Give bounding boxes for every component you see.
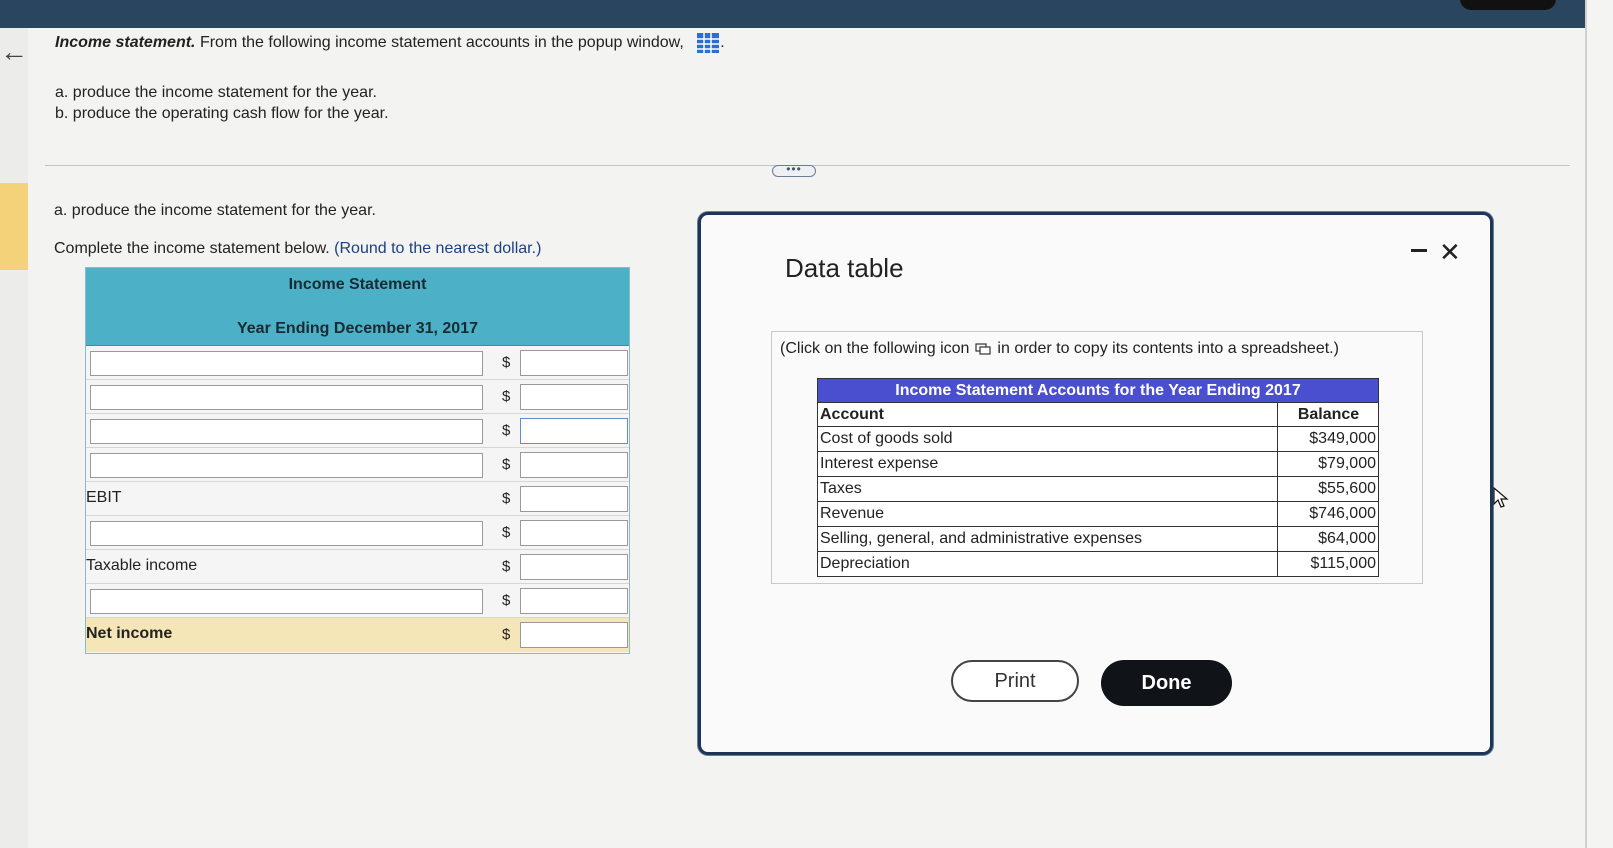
arrow-left-icon[interactable]: ← — [0, 36, 28, 68]
income-statement-row: $ — [86, 414, 629, 448]
data-box: (Click on the following icon in order to … — [771, 331, 1423, 584]
currency-symbol: $ — [502, 592, 511, 609]
account-cell: Taxes — [816, 476, 1279, 502]
table-row: Cost of goods sold $349,000 — [816, 426, 1379, 452]
account-cell: Cost of goods sold — [816, 426, 1279, 452]
amount-input[interactable] — [520, 554, 628, 580]
account-cell: Interest expense — [816, 451, 1279, 477]
income-statement-period: Year Ending December 31, 2017 — [236, 320, 478, 337]
copy-note-after: in order to copy its contents into a spr… — [997, 340, 1339, 357]
left-strip — [0, 28, 28, 848]
done-button[interactable]: Done — [1101, 660, 1232, 706]
income-statement-row: $ — [86, 346, 629, 380]
modal-title: Data table — [785, 253, 904, 283]
part-a-instruction: Complete the income statement below. (Ro… — [54, 240, 541, 258]
copy-note: (Click on the following icon in order to … — [780, 340, 1339, 358]
accounts-table: Income Statement Accounts for the Year E… — [816, 378, 1379, 577]
item-a: a. produce the income statement for the … — [55, 84, 377, 101]
balance-cell: $79,000 — [1277, 451, 1379, 477]
column-header-balance: Balance — [1277, 402, 1379, 427]
income-statement-row: $ — [86, 516, 629, 550]
intro-period: . — [720, 34, 725, 52]
income-statement-row: Net income $ — [86, 618, 629, 652]
row-label: EBIT — [86, 489, 122, 506]
income-statement-row: $ — [86, 448, 629, 482]
account-select[interactable] — [90, 521, 483, 546]
balance-cell: $55,600 — [1277, 476, 1379, 502]
table-row: Selling, general, and administrative exp… — [816, 526, 1379, 552]
instruction-text: Complete the income statement below. — [54, 240, 330, 257]
currency-symbol: $ — [502, 456, 511, 473]
question-intro: Income statement. From the following inc… — [55, 32, 725, 54]
account-select[interactable] — [90, 453, 483, 478]
right-edge — [1585, 0, 1613, 848]
yellow-tab[interactable] — [0, 183, 28, 270]
account-select[interactable] — [90, 351, 483, 376]
currency-symbol: $ — [502, 490, 511, 507]
rounding-note: (Round to the nearest dollar.) — [334, 240, 542, 257]
row-label: Taxable income — [86, 557, 198, 574]
question-items: a. produce the income statement for the … — [55, 82, 389, 124]
account-cell: Revenue — [816, 501, 1279, 527]
column-header-account: Account — [816, 402, 1279, 427]
income-statement-row: Taxable income $ — [86, 550, 629, 584]
income-statement-row: $ — [86, 380, 629, 414]
amount-input[interactable] — [520, 622, 628, 648]
income-statement-header: Income Statement Year Ending December 31… — [86, 268, 629, 346]
amount-input[interactable] — [520, 384, 628, 410]
account-select[interactable] — [90, 385, 483, 410]
table-row: Interest expense $79,000 — [816, 451, 1379, 477]
close-icon[interactable]: ✕ — [1439, 237, 1461, 268]
minimize-icon[interactable] — [1411, 249, 1427, 252]
table-row: Depreciation $115,000 — [816, 551, 1379, 577]
account-cell: Selling, general, and administrative exp… — [816, 526, 1279, 552]
amount-input[interactable] — [520, 418, 628, 444]
account-select[interactable] — [90, 589, 483, 614]
currency-symbol: $ — [502, 388, 511, 405]
currency-symbol: $ — [502, 558, 511, 575]
currency-symbol: $ — [502, 524, 511, 541]
mouse-cursor-icon — [1493, 487, 1509, 508]
amount-input[interactable] — [520, 486, 628, 512]
account-cell: Depreciation — [816, 551, 1279, 577]
balance-cell: $115,000 — [1277, 551, 1379, 577]
amount-input[interactable] — [520, 350, 628, 376]
data-table-modal: Data table ✕ (Click on the following ico… — [698, 212, 1493, 755]
table-row: Taxes $55,600 — [816, 476, 1379, 502]
balance-cell: $64,000 — [1277, 526, 1379, 552]
accounts-table-caption: Income Statement Accounts for the Year E… — [817, 378, 1379, 403]
balance-cell: $746,000 — [1277, 501, 1379, 527]
top-bar — [0, 0, 1585, 28]
question-title: Income statement. — [55, 34, 196, 52]
top-bar-pill[interactable] — [1460, 0, 1556, 10]
currency-symbol: $ — [502, 354, 511, 371]
balance-cell: $349,000 — [1277, 426, 1379, 452]
item-b: b. produce the operating cash flow for t… — [55, 105, 389, 122]
income-statement-row: EBIT $ — [86, 482, 629, 516]
table-row: Revenue $746,000 — [816, 501, 1379, 527]
amount-input[interactable] — [520, 588, 628, 614]
question-text: From the following income statement acco… — [199, 34, 684, 52]
currency-symbol: $ — [502, 422, 511, 439]
amount-input[interactable] — [520, 452, 628, 478]
row-label: Net income — [86, 625, 173, 642]
copy-note-before: (Click on the following icon — [780, 340, 970, 357]
account-select[interactable] — [90, 419, 483, 444]
copy-icon[interactable] — [975, 343, 992, 355]
income-statement-table: Income Statement Year Ending December 31… — [85, 267, 630, 654]
income-statement-title: Income Statement — [288, 276, 427, 293]
amount-input[interactable] — [520, 520, 628, 546]
currency-symbol: $ — [502, 626, 511, 643]
more-dots-icon[interactable]: ••• — [772, 163, 816, 177]
print-button[interactable]: Print — [951, 660, 1079, 702]
income-statement-row: $ — [86, 584, 629, 618]
part-a-heading: a. produce the income statement for the … — [54, 202, 376, 219]
data-grid-icon[interactable] — [696, 32, 720, 54]
